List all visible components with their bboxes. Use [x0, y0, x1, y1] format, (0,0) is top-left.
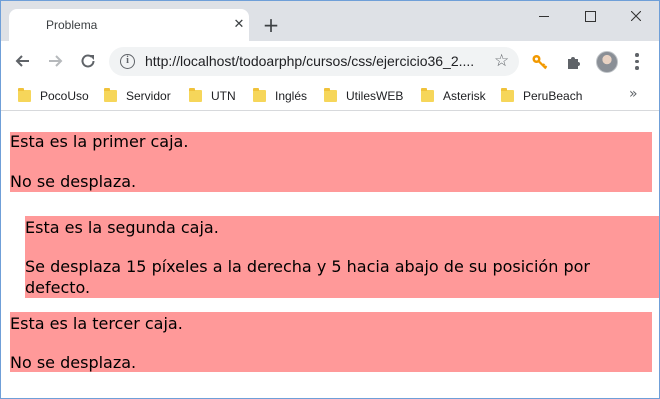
bookmark-ingles[interactable]: Inglés — [253, 88, 307, 104]
bookmarks-bar: PocoUso Servidor UTN Inglés UtilesWEB As… — [1, 81, 659, 111]
tab-strip: Problema ✕ + — [1, 1, 659, 41]
menu-dots-icon[interactable] — [635, 53, 639, 71]
bookmark-label: PeruBeach — [523, 89, 583, 103]
back-arrow-icon[interactable] — [13, 51, 33, 71]
box-heading: Esta es la primer caja. — [10, 132, 189, 151]
forward-arrow-icon[interactable] — [45, 51, 65, 71]
bookmark-label: UtilesWEB — [346, 89, 404, 103]
info-icon[interactable]: i — [120, 54, 135, 69]
first-box: Esta es la primer caja. No se desplaza. — [10, 132, 652, 192]
toolbar: i http://localhost/todoarphp/cursos/css/… — [1, 41, 659, 81]
box-text: No se desplaza. — [10, 172, 137, 191]
bookmark-perubeach[interactable]: PeruBeach — [501, 88, 582, 104]
bookmark-pocouso[interactable]: PocoUso — [18, 88, 89, 104]
reload-icon[interactable] — [78, 51, 98, 71]
box-text: No se desplaza. — [10, 353, 137, 372]
bookmark-utilesweb[interactable]: UtilesWEB — [324, 88, 403, 104]
folder-icon — [104, 88, 117, 102]
bookmark-label: Asterisk — [443, 89, 486, 103]
bookmark-label: Inglés — [275, 89, 308, 103]
bookmark-star-icon[interactable]: ☆ — [494, 51, 509, 71]
address-bar[interactable]: i http://localhost/todoarphp/cursos/css/… — [109, 47, 519, 76]
folder-icon — [501, 88, 514, 102]
tab-problema[interactable]: Problema ✕ — [9, 9, 249, 41]
box-heading: Esta es la segunda caja. — [25, 218, 219, 237]
tab-title: Problema — [46, 18, 98, 32]
bookmarks-overflow-icon[interactable]: » — [629, 86, 638, 102]
box-heading: Esta es la tercer caja. — [10, 314, 183, 333]
second-box: Esta es la segunda caja. Se desplaza 15 … — [25, 216, 659, 298]
minimize-icon[interactable] — [521, 1, 567, 31]
bookmark-label: Servidor — [126, 89, 171, 103]
bookmark-servidor[interactable]: Servidor — [104, 88, 171, 104]
folder-icon — [324, 88, 337, 102]
extensions-puzzle-icon[interactable] — [565, 53, 583, 71]
key-icon[interactable] — [531, 53, 549, 71]
tab-close-icon[interactable]: ✕ — [231, 17, 247, 33]
close-icon[interactable] — [613, 1, 659, 31]
bookmark-label: PocoUso — [40, 89, 89, 103]
new-tab-button[interactable]: + — [259, 13, 283, 37]
folder-icon — [253, 88, 266, 102]
bookmark-asterisk[interactable]: Asterisk — [421, 88, 486, 104]
bookmark-utn[interactable]: UTN — [189, 88, 236, 104]
profile-avatar[interactable] — [596, 51, 618, 73]
maximize-icon[interactable] — [567, 1, 613, 31]
box-text: Se desplaza 15 píxeles a la derecha y 5 … — [25, 257, 590, 297]
bookmark-label: UTN — [211, 89, 236, 103]
folder-icon — [18, 88, 31, 102]
folder-icon — [421, 88, 434, 102]
browser-window: Problema ✕ + i http://localhost/todoarph… — [0, 0, 660, 399]
third-box: Esta es la tercer caja. No se desplaza. — [10, 312, 652, 372]
page-content: Esta es la primer caja. No se desplaza. … — [1, 112, 659, 398]
url-text[interactable]: http://localhost/todoarphp/cursos/css/ej… — [145, 53, 474, 69]
folder-icon — [189, 88, 202, 102]
